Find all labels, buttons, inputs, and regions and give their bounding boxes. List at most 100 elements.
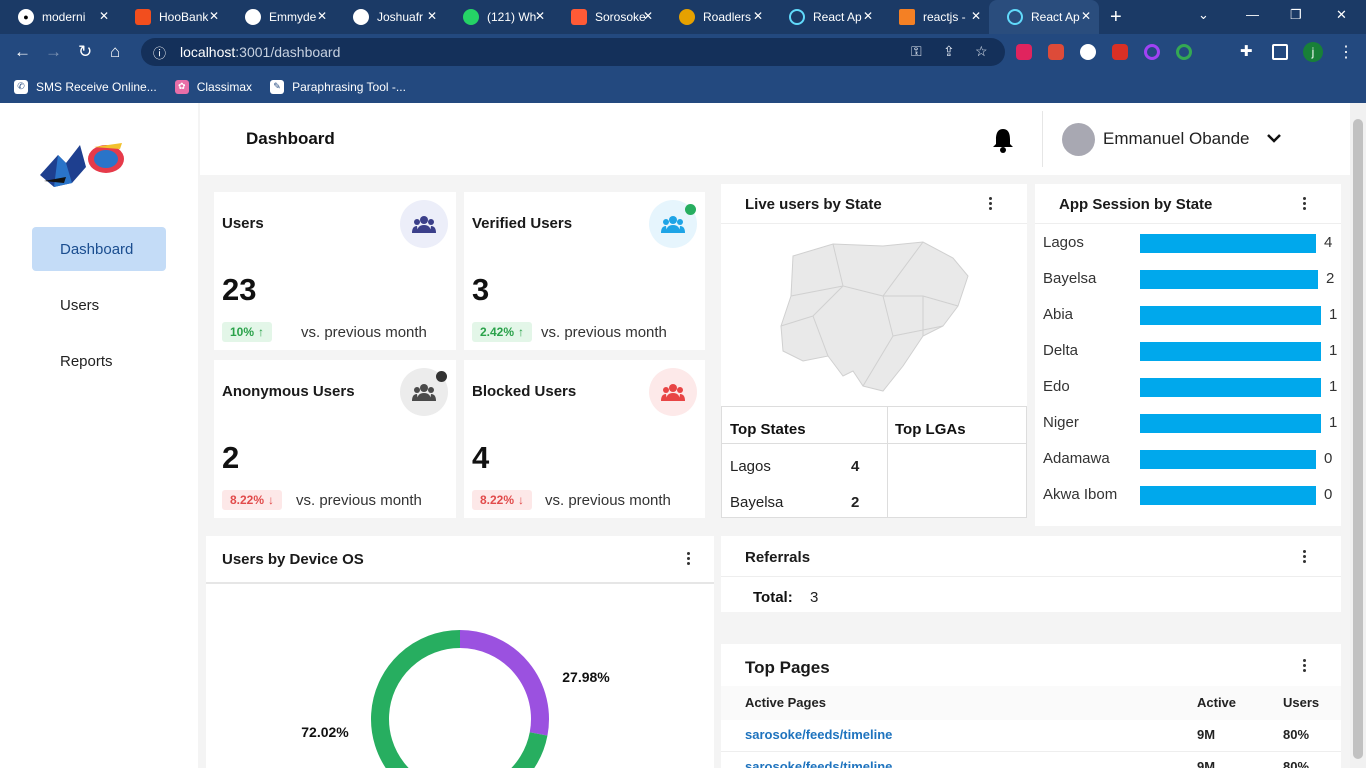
session-bar [1140,414,1321,433]
more-options-icon[interactable] [1303,549,1307,563]
close-tab-icon[interactable]: ✕ [863,9,873,23]
card-title: Users by Device OS [222,551,364,568]
close-tab-icon[interactable]: ✕ [209,9,219,23]
new-tab-button[interactable]: + [1110,6,1122,29]
quill-icon: ✎ [270,79,285,94]
sidebar-item-reports[interactable]: Reports [32,339,166,383]
minimize-icon[interactable]: — [1246,7,1259,22]
donut-slice-label: 72.02% [301,724,349,740]
browser-menu-icon[interactable]: ⋮ [1338,42,1354,61]
side-panel-icon[interactable] [1272,44,1288,60]
scrollbar-thumb[interactable] [1353,119,1363,759]
row-divider [721,751,1341,752]
forward-icon[interactable]: → [45,42,62,62]
extensions-puzzle-icon[interactable]: ✚ [1240,42,1256,60]
notification-bell-icon[interactable] [991,127,1015,153]
sorosoke-icon [571,9,587,25]
table-header-row: Active Pages Active Users [721,686,1341,720]
card-title: Live users by State [745,196,882,213]
card-divider [1035,223,1341,224]
table-cell: Bayelsa [730,494,784,511]
card-divider [721,576,1341,577]
sidebar-item-dashboard[interactable]: Dashboard [32,227,166,271]
extension-icon[interactable] [1176,44,1192,60]
donut-slice[interactable] [459,630,549,736]
browser-tab[interactable]: Sorosoke ✕ [553,0,661,34]
browser-tab[interactable]: Joshuafr ✕ [335,0,445,34]
top-header: Dashboard Emmanuel Obande [200,103,1350,175]
close-window-icon[interactable]: ✕ [1336,7,1347,23]
close-tab-icon[interactable]: ✕ [99,9,109,23]
bookmark-item[interactable]: ✎ Paraphrasing Tool -... [270,79,406,94]
app-logo[interactable] [36,137,126,191]
back-icon[interactable]: ← [14,42,31,62]
users-icon [400,200,448,248]
session-row: Niger 1 [1043,414,1339,434]
share-icon[interactable]: ⇪ [943,43,955,60]
react-icon [1007,9,1023,25]
page-link[interactable]: sarosoke/feeds/timeline [745,727,892,742]
site-info-icon[interactable]: ⓘ [153,43,166,62]
page-scrollbar[interactable] [1350,103,1366,768]
session-value: 0 [1324,450,1333,467]
table-cell: 9M [1197,727,1216,742]
home-icon[interactable]: ⌂ [110,42,120,62]
tab-search-icon[interactable]: ⌄ [1198,7,1209,23]
close-tab-icon[interactable]: ✕ [317,9,327,23]
more-options-icon[interactable] [1303,658,1307,672]
close-tab-icon[interactable]: ✕ [643,9,653,23]
extension-icon[interactable] [1048,44,1064,60]
browser-tab-active[interactable]: React Ap ✕ [989,0,1099,34]
more-options-icon[interactable] [1303,196,1307,210]
stat-label: Verified Users [472,215,573,232]
sidebar-item-users[interactable]: Users [32,283,166,327]
page-link[interactable]: sarosoke/feeds/timeline [745,759,892,768]
close-tab-icon[interactable]: ✕ [427,9,437,23]
more-options-icon[interactable] [989,196,993,210]
browser-tab[interactable]: Roadlers ✕ [661,0,771,34]
table-cell: 80% [1283,759,1310,768]
extension-icon[interactable] [1112,44,1128,60]
bookmark-star-icon[interactable]: ☆ [975,43,988,60]
browser-tab[interactable]: ● moderni ✕ [0,0,117,34]
key-icon[interactable]: ⚿ [911,43,922,60]
sidebar: Dashboard Users Reports [0,103,198,768]
chevron-down-icon[interactable] [1266,131,1282,145]
browser-tab[interactable]: (121) Wh ✕ [445,0,553,34]
bookmark-item[interactable]: ✿ Classimax [174,79,252,94]
more-options-icon[interactable] [687,551,691,565]
column-header: Users [1283,695,1320,710]
arrow-down-icon: ↓ [518,493,525,507]
close-tab-icon[interactable]: ✕ [753,9,763,23]
browser-tab-bar: ● moderni ✕ HooBank ✕ Emmyde ✕ Joshuafr ✕ (12… [0,0,1366,34]
session-bar [1140,486,1316,505]
card-title: App Session by State [1059,196,1213,213]
nigeria-map[interactable] [773,236,973,396]
address-bar[interactable]: ⓘ localhost:3001/dashboard ⚿ ⇪ ☆ [141,38,1005,66]
card-divider [721,223,1027,224]
reload-icon[interactable]: ↻ [78,42,92,62]
close-tab-icon[interactable]: ✕ [535,9,545,23]
referrals-card: Referrals Total: 3 [721,536,1341,612]
profile-avatar[interactable]: j [1303,42,1323,62]
state-name: Adamawa [1043,450,1110,467]
browser-tab[interactable]: reactjs - ✕ [881,0,989,34]
extension-icon[interactable] [1080,44,1096,60]
user-avatar[interactable] [1062,123,1095,156]
extension-icon[interactable] [1016,44,1032,60]
comparison-text: vs. previous month [541,324,667,341]
restore-icon[interactable]: ❐ [1290,7,1302,23]
bookmark-item[interactable]: ✆ SMS Receive Online... [14,79,157,94]
arrow-up-icon: ↑ [518,325,525,339]
check-badge-icon [685,204,696,215]
browser-tab[interactable]: Emmyde ✕ [227,0,335,34]
browser-tab[interactable]: React Ap ✕ [771,0,881,34]
stat-card-verified-users: Verified Users 3 2.42% ↑ vs. previous mon… [464,192,705,350]
referrals-total-label: Total: [753,589,793,606]
arrow-up-icon: ↑ [258,325,265,339]
close-tab-icon[interactable]: ✕ [1081,9,1091,23]
user-name[interactable]: Emmanuel Obande [1103,129,1249,149]
extension-icon[interactable] [1144,44,1160,60]
close-tab-icon[interactable]: ✕ [971,9,981,23]
browser-tab[interactable]: HooBank ✕ [117,0,227,34]
